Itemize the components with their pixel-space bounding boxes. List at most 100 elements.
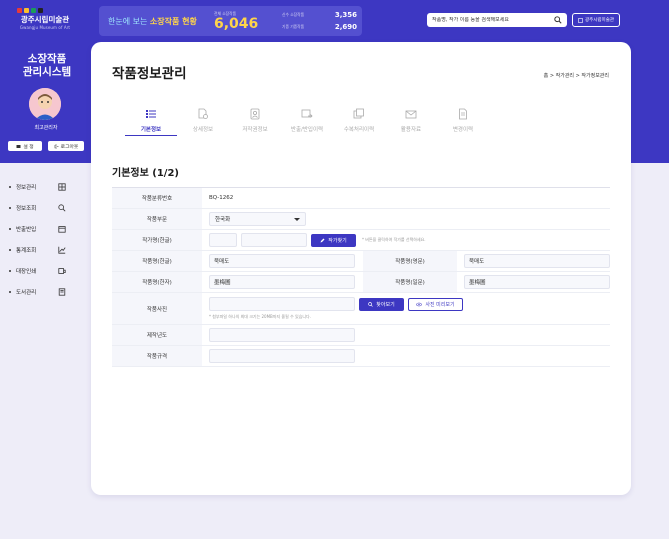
museum-logo[interactable]: 광주시립미술관 Gwangju Museum of Art [10,8,80,30]
bullet [9,290,11,293]
find-artist-button[interactable]: 작가찾기 [311,233,356,247]
field-label: 작품부문 [112,209,202,229]
artist-name-field[interactable] [241,233,307,247]
title-en-field[interactable]: 묵매도 [464,254,610,268]
title-jp-field[interactable]: 墨梅圖 [464,275,610,289]
tab-usage-materials[interactable]: 활용자료 [385,106,437,136]
search-icon [58,203,66,211]
section-title: 기본정보 (1/2) [112,168,179,179]
basic-info-form: 작품분류번호 BQ-1262 작품부문 한국화 작가명(한글) 작가찾기 * 버… [112,187,610,367]
sidebar-item-library[interactable]: 도서관리 [9,281,69,302]
field-value-cell: 한국화 [202,209,610,229]
field-label: 작품명(영문) [363,251,457,271]
title-en-value: 묵매도 [469,259,485,265]
bullet [9,227,11,230]
field-label: 작품사진 [112,293,202,324]
collection-stats-panel: 한눈에 보는 소장작품 현황 전체 소장작품 6,046 신수 소장작품 3,3… [99,6,362,36]
sidebar-item-label: 정보관리 [16,184,37,191]
settings-button[interactable]: 설 정 [8,141,42,151]
title-kr-field[interactable]: 묵매도 [209,254,355,268]
work-number-value: BQ-1262 [209,195,234,201]
sidebar-item-label: 도서관리 [16,289,37,296]
tab-label: 변경이력 [452,127,474,133]
sidebar-item-label: 대장인쇄 [16,268,37,275]
main-content-card: 작품정보관리 홈 > 작가관리 > 작가정보관리 기본정보 상세정보 저작권정보 [91,42,631,495]
photo-file-field[interactable] [209,297,355,311]
global-search[interactable] [427,13,567,27]
form-half: 작품명(한글) 묵매도 [112,251,363,271]
category-select[interactable]: 한국화 [209,212,306,226]
gear-icon [16,144,21,148]
search-input[interactable] [432,17,554,23]
form-half: 작품명(한자) 墨梅圖 [112,272,363,292]
tab-basic-info[interactable]: 기본정보 [125,106,177,136]
tab-label: 수복처리이력 [343,127,375,133]
system-title-line: 소장작품 [27,53,67,65]
sidebar-item-statistics[interactable]: 통계조회 [9,239,69,260]
file-icon [459,108,467,120]
stat-row: 신수 소장작품 3,356 [282,9,357,21]
field-value-cell: 墨梅圖 [457,272,610,292]
photo-preview-label: 사진 미리보기 [425,301,455,308]
field-label: 작품명(일문) [363,272,457,292]
form-row: 제작년도 [112,325,610,346]
tab-detail-info[interactable]: 상세정보 [177,106,229,136]
photo-preview-button[interactable]: 사진 미리보기 [408,297,463,311]
images-icon [353,108,364,119]
bullet [9,269,11,272]
search-icon [368,301,374,307]
stat-label: 기증 기증작품 [282,24,305,29]
artist-code-field[interactable] [209,233,237,247]
field-value-cell [202,325,610,345]
sidebar-item-transfer[interactable]: 반출반입 [9,218,69,239]
photo-hint: * 첨부파일 하나의 최대 크기는 20MB까지 올릴 수 있습니다. [209,314,312,319]
tab-change-history[interactable]: 변경이력 [437,106,489,136]
field-label: 작품분류번호 [112,188,202,208]
logout-button[interactable]: 로그아웃 [48,141,84,151]
search-icon[interactable] [554,16,562,24]
category-selected-value: 한국화 [215,217,231,223]
title-hanja-field[interactable]: 墨梅圖 [209,275,355,289]
title-kr-value: 묵매도 [214,259,230,265]
list-icon [146,110,156,118]
tab-copyright-info[interactable]: 저작권정보 [229,106,281,136]
form-row: 작품분류번호 BQ-1262 [112,188,610,209]
form-row: 작품사진 찾아보기 사진 미리보기 * 첨부파일 하나의 최대 크기는 20MB… [112,293,610,325]
chart-icon [58,246,66,254]
stat-row: 기증 기증작품 2,690 [282,21,357,33]
transfer-icon [301,109,313,118]
logout-icon [54,144,59,148]
field-value-cell: 묵매도 [457,251,610,271]
eye-icon [416,302,423,306]
print-icon [58,267,66,274]
bullet [9,248,11,251]
avatar [29,88,61,120]
browse-photo-button[interactable]: 찾아보기 [359,297,404,311]
sidebar-item-info-search[interactable]: 정보조회 [9,197,69,218]
sidebar-nav: 정보관리 정보조회 반출반입 통계조회 대장인쇄 도서관리 [9,176,69,302]
chevron-down-icon [294,217,300,221]
field-value-cell: 찾아보기 사진 미리보기 * 첨부파일 하나의 최대 크기는 20MB까지 올릴… [202,293,610,324]
box-icon [58,225,66,233]
museum-site-button[interactable]: 광주시립미술관 [572,13,620,27]
field-label: 작품명(한자) [112,272,202,292]
tab-transfer-history[interactable]: 반출/반입이력 [281,106,333,136]
logo-subtitle: Gwangju Museum of Art [19,25,71,30]
find-artist-label: 작가찾기 [328,237,347,244]
artist-hint: * 버튼을 클릭하여 작가를 선택하세요. [362,237,426,242]
sidebar-item-print[interactable]: 대장인쇄 [9,260,69,281]
stat-value: 2,690 [334,23,357,31]
sidebar-item-label: 반출반입 [16,226,37,233]
field-label: 작가명(한글) [112,230,202,250]
title-hanja-value: 墨梅圖 [214,280,231,286]
sidebar-item-info-manage[interactable]: 정보관리 [9,176,69,197]
form-row: 작품명(한글) 묵매도 작품명(영문) 묵매도 [112,251,610,272]
tab-restoration-history[interactable]: 수복처리이력 [333,106,385,136]
year-field[interactable] [209,328,355,342]
home-icon [578,17,583,23]
field-value-cell: 묵매도 [202,251,363,271]
size-field[interactable] [209,349,355,363]
stat-total: 전체 소장작품 6,046 [214,11,274,32]
tab-label: 상세정보 [192,127,214,133]
logo-title: 광주시립미술관 [20,15,70,24]
